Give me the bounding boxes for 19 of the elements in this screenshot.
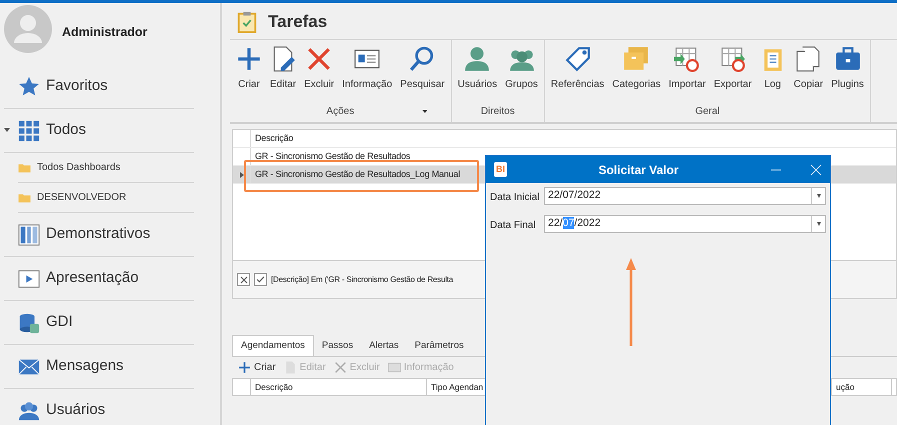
group-label: Geral	[695, 105, 720, 119]
group-label: Direitos	[480, 105, 515, 119]
filter-text: [Descrição] Em ('GR - Sincronismo Gestão de Resulta	[271, 274, 454, 286]
field-label: Data Inicial	[490, 191, 540, 205]
nav-label: Demonstrativos	[46, 224, 150, 244]
nav-label: Favoritos	[46, 76, 108, 96]
table-cell-text: GR - Sincronismo Gestão de Resultados	[254, 150, 410, 163]
nav-label: Usuários	[46, 400, 106, 420]
nav-label: GDI	[46, 312, 73, 332]
page-title: Tarefas	[268, 11, 328, 34]
field-label: Data Final	[490, 219, 537, 233]
window-title: Solicitar Valor	[597, 162, 680, 178]
nav-label: Apresentação	[46, 268, 139, 288]
table-cell-text: GR - Sincronismo Gestão de Resultados_Log Manual	[254, 168, 460, 181]
app-logo: BI	[494, 162, 507, 178]
nav-label: Todos	[46, 120, 86, 140]
group-label: Ações	[326, 105, 354, 119]
user-name: Administrador	[62, 24, 148, 41]
nav-label: Mensagens	[46, 356, 124, 376]
